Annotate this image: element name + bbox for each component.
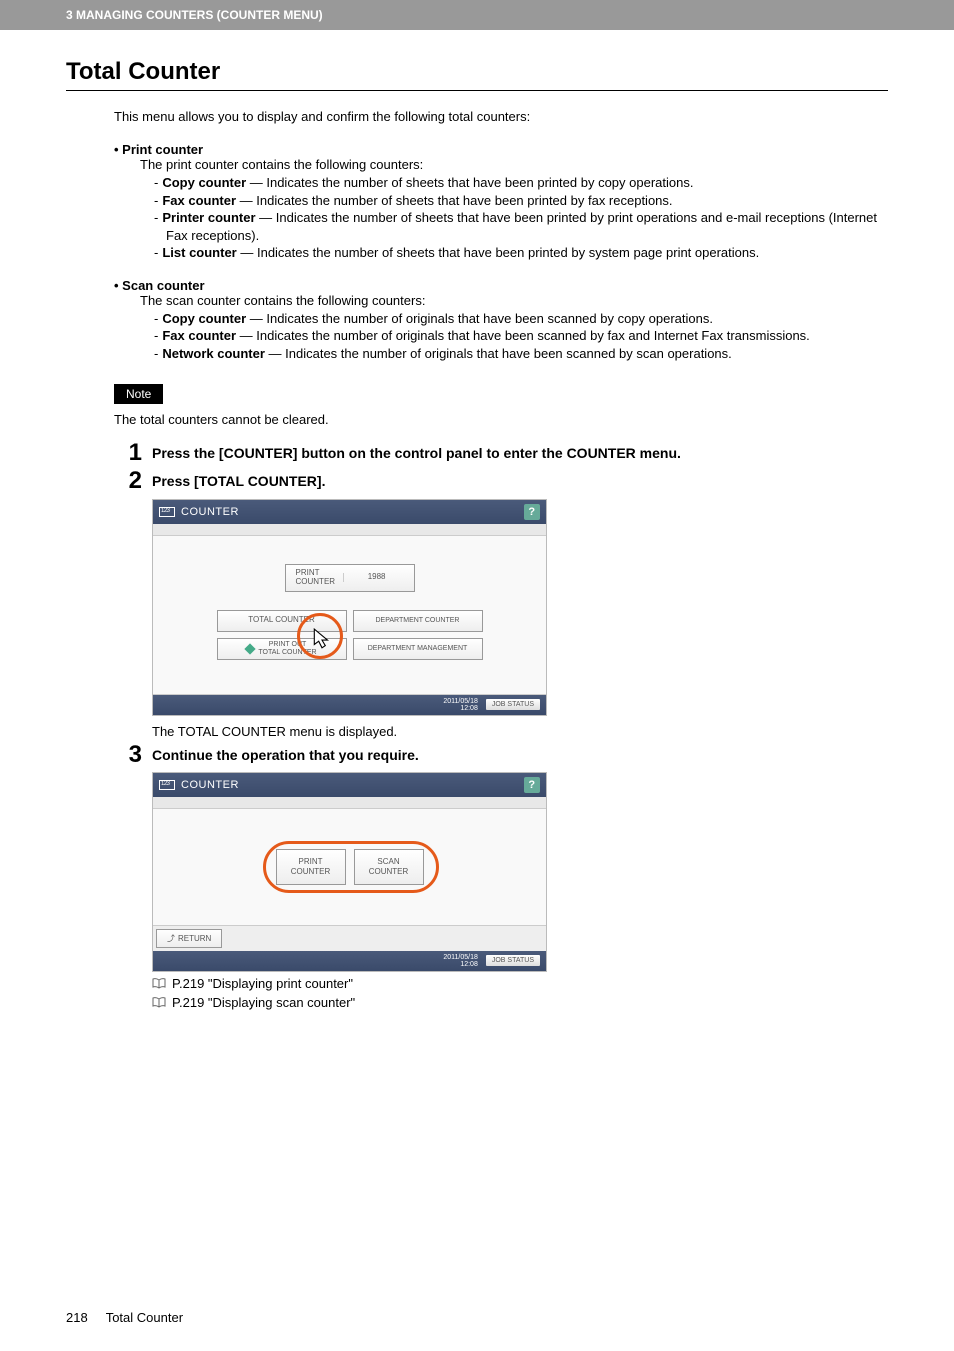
- intro-text: This menu allows you to display and conf…: [114, 109, 888, 124]
- scan-counter-button[interactable]: SCAN COUNTER: [354, 849, 424, 885]
- step-2-after: The TOTAL COUNTER menu is displayed.: [152, 724, 888, 739]
- step-1: 1 Press the [COUNTER] button on the cont…: [114, 441, 888, 465]
- ss2-title: COUNTER: [181, 779, 239, 791]
- step-1-title: Press the [COUNTER] button on the contro…: [152, 441, 888, 462]
- scan-counter-desc: The scan counter contains the following …: [140, 293, 888, 308]
- counter-icon: [159, 780, 175, 790]
- department-counter-button[interactable]: DEPARTMENT COUNTER: [353, 610, 483, 632]
- step-3-title: Continue the operation that you require.: [152, 743, 888, 764]
- ss1-datetime: 2011/05/18 12:08: [443, 698, 478, 712]
- ss2-titlebar: COUNTER ?: [153, 773, 546, 797]
- print-counter-display: PRINT COUNTER 1988: [285, 564, 415, 592]
- book-icon: [152, 997, 166, 1008]
- ss1-statusbar: 2011/05/18 12:08 JOB STATUS: [153, 695, 546, 715]
- step-3-num: 3: [114, 743, 152, 767]
- page-footer: 218 Total Counter: [66, 1310, 183, 1325]
- print-sub-copy: -Copy counter — Indicates the number of …: [154, 174, 888, 192]
- note-label: Note: [114, 384, 163, 404]
- help-icon[interactable]: ?: [524, 777, 540, 793]
- scan-counter-section: Scan counter The scan counter contains t…: [126, 278, 888, 363]
- ss1-title: COUNTER: [181, 506, 239, 518]
- section-header: 3 MANAGING COUNTERS (COUNTER MENU): [0, 0, 954, 30]
- job-status-button[interactable]: JOB STATUS: [486, 955, 540, 966]
- scan-counter-heading: Scan counter: [126, 278, 888, 293]
- cursor-icon: [313, 628, 331, 650]
- footer-title: Total Counter: [106, 1310, 183, 1325]
- print-sub-list: -List counter — Indicates the number of …: [154, 244, 888, 262]
- step-2-title: Press [TOTAL COUNTER].: [152, 469, 888, 490]
- page-number: 218: [66, 1310, 88, 1325]
- total-counter-screenshot: COUNTER ? PRINT COUNTER SCAN COUNTER ⤴ R…: [152, 772, 547, 972]
- ref-print-counter: P.219 "Displaying print counter": [152, 976, 888, 991]
- page-title: Total Counter: [66, 58, 888, 91]
- ss2-footer: ⤴ RETURN: [153, 926, 546, 951]
- print-counter-button[interactable]: PRINT COUNTER: [276, 849, 346, 885]
- return-button[interactable]: ⤴ RETURN: [156, 929, 222, 948]
- book-icon: [152, 978, 166, 989]
- print-sub-printer: -Printer counter — Indicates the number …: [154, 209, 888, 244]
- ss2-subbar: [153, 797, 546, 809]
- print-counter-section: Print counter The print counter contains…: [126, 142, 888, 262]
- ref-scan-counter: P.219 "Displaying scan counter": [152, 995, 888, 1010]
- return-arrow-icon: ⤴: [167, 933, 175, 944]
- print-sub-fax: -Fax counter — Indicates the number of s…: [154, 192, 888, 210]
- scan-sub-network: -Network counter — Indicates the number …: [154, 345, 888, 363]
- print-counter-desc: The print counter contains the following…: [140, 157, 888, 172]
- ss1-titlebar: COUNTER ?: [153, 500, 546, 524]
- diamond-icon: [245, 643, 256, 654]
- step-3: 3 Continue the operation that you requir…: [114, 743, 888, 1010]
- step-2-num: 2: [114, 469, 152, 493]
- department-management-button[interactable]: DEPARTMENT MANAGEMENT: [353, 638, 483, 660]
- scan-sub-copy: -Copy counter — Indicates the number of …: [154, 310, 888, 328]
- print-counter-heading: Print counter: [126, 142, 888, 157]
- scan-sub-fax: -Fax counter — Indicates the number of o…: [154, 327, 888, 345]
- ss1-subbar: [153, 524, 546, 536]
- step-1-num: 1: [114, 441, 152, 465]
- help-icon[interactable]: ?: [524, 504, 540, 520]
- job-status-button[interactable]: JOB STATUS: [486, 699, 540, 710]
- ss2-datetime: 2011/05/18 12:08: [443, 954, 478, 968]
- counter-menu-screenshot: COUNTER ? PRINT COUNTER 1988 TOTAL COUNT…: [152, 499, 547, 716]
- ss2-statusbar: 2011/05/18 12:08 JOB STATUS: [153, 951, 546, 971]
- counter-icon: [159, 507, 175, 517]
- note-text: The total counters cannot be cleared.: [114, 412, 888, 427]
- step-2: 2 Press [TOTAL COUNTER]. COUNTER ? PR: [114, 469, 888, 738]
